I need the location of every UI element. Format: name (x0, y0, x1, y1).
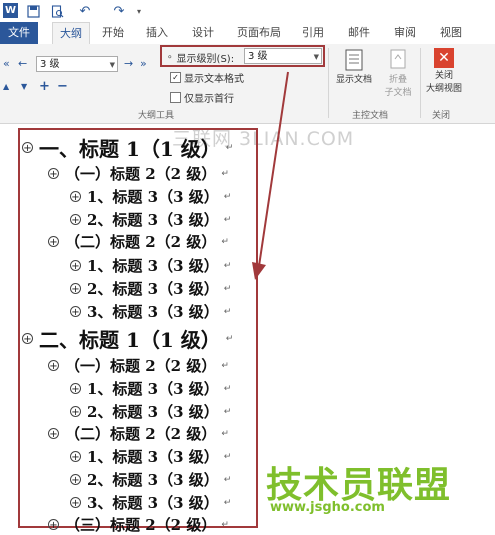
outline-heading-level-3[interactable]: +3、标题 3（3 级） ↵ (70, 492, 231, 513)
outline-heading-text: 2、标题 3（3 级） (87, 471, 219, 489)
paragraph-mark-icon: ↵ (225, 142, 234, 153)
outline-heading-level-1[interactable]: + 二、标题 1（1 级） ↵ (22, 324, 233, 353)
outline-heading-level-1[interactable]: + 一、标题 1（1 级） ↵ (22, 133, 233, 162)
outline-heading-text: （一）标题 2（2 级） (65, 165, 217, 183)
expand-heading-icon[interactable]: + (22, 142, 33, 154)
paragraph-mark-icon: ↵ (221, 360, 229, 371)
expand-heading-icon[interactable]: + (70, 406, 81, 418)
expand-heading-icon[interactable]: + (70, 451, 81, 463)
outline-heading-text: （二）标题 2（2 级） (65, 425, 217, 443)
outline-heading-text: 二、标题 1（1 级） (39, 328, 221, 352)
outline-heading-level-3[interactable]: +1、标题 3（3 级） ↵ (70, 186, 231, 207)
paragraph-mark-icon: ↵ (223, 474, 232, 485)
outline-heading-text: 2、标题 3（3 级） (87, 403, 219, 421)
outline-heading-text: 1、标题 3（3 级） (87, 188, 219, 206)
paragraph-mark-icon: ↵ (223, 406, 232, 417)
expand-heading-icon[interactable]: + (70, 260, 81, 272)
outline-heading-text: 2、标题 3（3 级） (87, 280, 219, 298)
outline-heading-text: 3、标题 3（3 级） (87, 303, 219, 321)
outline-heading-text: （二）标题 2（2 级） (65, 233, 217, 251)
paragraph-mark-icon: ↵ (223, 260, 232, 271)
expand-heading-icon[interactable]: + (70, 306, 81, 318)
paragraph-mark-icon: ↵ (223, 214, 232, 225)
brand-site-text: www.jsgho.com (270, 500, 385, 515)
paragraph-mark-icon: ↵ (223, 283, 232, 294)
paragraph-mark-icon: ↵ (225, 333, 234, 344)
outline-heading-level-2[interactable]: + （一）标题 2（2 级） ↵ (48, 355, 229, 376)
outline-heading-level-3[interactable]: +1、标题 3（3 级） ↵ (70, 446, 231, 467)
outline-heading-level-2[interactable]: + （二）标题 2（2 级） ↵ (48, 423, 229, 444)
paragraph-mark-icon: ↵ (221, 236, 229, 247)
expand-heading-icon[interactable]: + (22, 333, 33, 345)
outline-heading-level-3[interactable]: +3、标题 3（3 级） ↵ (70, 301, 231, 322)
outline-heading-level-3[interactable]: +2、标题 3（3 级） ↵ (70, 278, 231, 299)
outline-heading-level-3[interactable]: +2、标题 3（3 级） ↵ (70, 401, 231, 422)
outline-heading-level-2[interactable]: + （二）标题 2（2 级） ↵ (48, 231, 229, 252)
outline-heading-text: 3、标题 3（3 级） (87, 494, 219, 512)
expand-heading-icon[interactable]: + (70, 214, 81, 226)
outline-heading-text: （一）标题 2（2 级） (65, 357, 217, 375)
expand-heading-icon[interactable]: + (48, 236, 59, 248)
paragraph-mark-icon: ↵ (223, 451, 232, 462)
outline-heading-text: 1、标题 3（3 级） (87, 448, 219, 466)
expand-heading-icon[interactable]: + (70, 497, 81, 509)
paragraph-mark-icon: ↵ (223, 383, 232, 394)
outline-heading-level-3[interactable]: +2、标题 3（3 级） ↵ (70, 469, 231, 490)
outline-heading-text: 2、标题 3（3 级） (87, 211, 219, 229)
outline-heading-text: 一、标题 1（1 级） (39, 137, 221, 161)
expand-heading-icon[interactable]: + (48, 428, 59, 440)
outline-heading-level-3[interactable]: +2、标题 3（3 级） ↵ (70, 209, 231, 230)
paragraph-mark-icon: ↵ (221, 168, 229, 179)
expand-heading-icon[interactable]: + (48, 168, 59, 180)
expand-heading-icon[interactable]: + (70, 283, 81, 295)
outline-heading-text: 1、标题 3（3 级） (87, 257, 219, 275)
expand-heading-icon[interactable]: + (70, 191, 81, 203)
outline-heading-level-3[interactable]: +1、标题 3（3 级） ↵ (70, 255, 231, 276)
paragraph-mark-icon: ↵ (223, 497, 232, 508)
paragraph-mark-icon: ↵ (223, 306, 232, 317)
outline-heading-text: 1、标题 3（3 级） (87, 380, 219, 398)
paragraph-mark-icon: ↵ (221, 428, 229, 439)
expand-heading-icon[interactable]: + (70, 474, 81, 486)
outline-heading-level-2[interactable]: + （一）标题 2（2 级） ↵ (48, 163, 229, 184)
expand-heading-icon[interactable]: + (70, 383, 81, 395)
expand-heading-icon[interactable]: + (48, 360, 59, 372)
outline-heading-level-3[interactable]: +1、标题 3（3 级） ↵ (70, 378, 231, 399)
paragraph-mark-icon: ↵ (223, 191, 232, 202)
